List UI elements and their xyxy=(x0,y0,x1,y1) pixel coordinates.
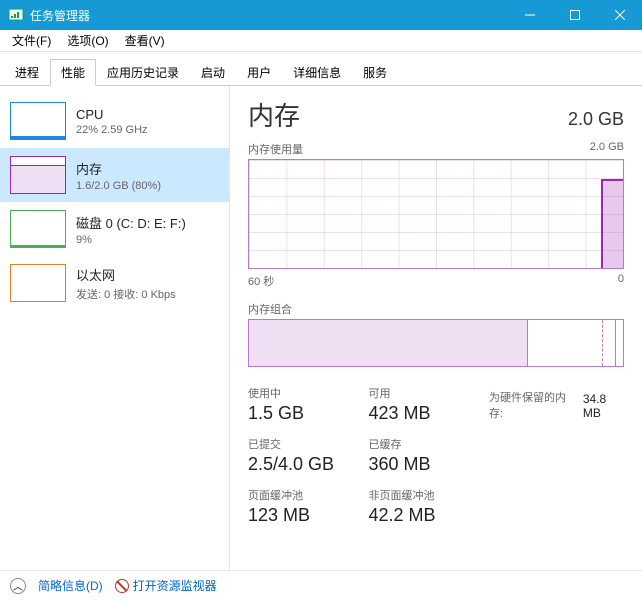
menu-options[interactable]: 选项(O) xyxy=(59,30,116,51)
usage-chart-max: 2.0 GB xyxy=(590,141,624,157)
sidebar-item-sub: 1.6/2.0 GB (80%) xyxy=(76,180,161,192)
tab-processes[interactable]: 进程 xyxy=(4,59,50,86)
footer: ︿ 简略信息(D) 打开资源监视器 xyxy=(0,570,642,600)
stat-committed: 已提交 2.5/4.0 GB xyxy=(248,436,361,475)
menu-file[interactable]: 文件(F) xyxy=(4,30,59,51)
sidebar-item-label: 内存 xyxy=(76,159,161,178)
minimize-button[interactable] xyxy=(507,0,552,30)
memory-thumb-icon xyxy=(10,156,66,194)
sidebar-item-sub: 发送: 0 接收: 0 Kbps xyxy=(76,286,176,302)
stat-paged-pool: 页面缓冲池 123 MB xyxy=(248,487,361,526)
stat-reserved: 为硬件保留的内存: 34.8 MB xyxy=(489,385,624,424)
chevron-up-icon: ︿ xyxy=(10,578,26,594)
composition-label: 内存组合 xyxy=(248,301,292,317)
stat-available: 可用 423 MB xyxy=(369,385,482,424)
main-area: CPU 22% 2.59 GHz 内存 1.6/2.0 GB (80%) 磁盘 … xyxy=(0,86,642,570)
memory-usage-chart xyxy=(248,159,624,269)
stat-in-use: 使用中 1.5 GB xyxy=(248,385,361,424)
tab-details[interactable]: 详细信息 xyxy=(282,59,352,86)
titlebar: 任务管理器 xyxy=(0,0,642,30)
fewer-details-link[interactable]: 简略信息(D) xyxy=(38,577,103,594)
maximize-button[interactable] xyxy=(552,0,597,30)
sidebar-item-label: CPU xyxy=(76,107,148,122)
tab-app-history[interactable]: 应用历史记录 xyxy=(96,59,190,86)
disk-thumb-icon xyxy=(10,210,66,248)
sidebar-item-label: 以太网 xyxy=(76,265,176,284)
sidebar-item-memory[interactable]: 内存 1.6/2.0 GB (80%) xyxy=(0,148,229,202)
sidebar-item-sub: 22% 2.59 GHz xyxy=(76,124,148,136)
tab-services[interactable]: 服务 xyxy=(352,59,398,86)
open-resource-monitor-link[interactable]: 打开资源监视器 xyxy=(115,577,217,594)
ethernet-thumb-icon xyxy=(10,264,66,302)
detail-title: 内存 xyxy=(248,96,300,133)
sidebar-item-label: 磁盘 0 (C: D: E: F:) xyxy=(76,213,186,232)
resource-monitor-icon xyxy=(115,579,129,593)
tab-bar: 进程 性能 应用历史记录 启动 用户 详细信息 服务 xyxy=(0,52,642,86)
close-button[interactable] xyxy=(597,0,642,30)
sidebar-item-ethernet[interactable]: 以太网 发送: 0 接收: 0 Kbps xyxy=(0,256,229,310)
sidebar-item-cpu[interactable]: CPU 22% 2.59 GHz xyxy=(0,94,229,148)
tab-performance[interactable]: 性能 xyxy=(50,59,96,86)
memory-composition-chart xyxy=(248,319,624,367)
sidebar-item-sub: 9% xyxy=(76,234,186,246)
stat-nonpaged-pool: 非页面缓冲池 42.2 MB xyxy=(369,487,482,526)
memory-capacity: 2.0 GB xyxy=(568,109,624,130)
tab-startup[interactable]: 启动 xyxy=(190,59,236,86)
sidebar-item-disk[interactable]: 磁盘 0 (C: D: E: F:) 9% xyxy=(0,202,229,256)
tab-users[interactable]: 用户 xyxy=(236,59,282,86)
stat-cached: 已缓存 360 MB xyxy=(369,436,482,475)
menu-view[interactable]: 查看(V) xyxy=(117,30,173,51)
app-icon xyxy=(8,7,24,23)
window-title: 任务管理器 xyxy=(30,7,507,24)
usage-chart-label: 内存使用量 xyxy=(248,141,303,157)
chart-x-right: 0 xyxy=(618,273,624,289)
performance-sidebar: CPU 22% 2.59 GHz 内存 1.6/2.0 GB (80%) 磁盘 … xyxy=(0,86,230,570)
memory-detail: 内存 2.0 GB 内存使用量 2.0 GB 60 秒 0 内存组合 使用中 1… xyxy=(230,86,642,570)
menubar: 文件(F) 选项(O) 查看(V) xyxy=(0,30,642,52)
chart-x-left: 60 秒 xyxy=(248,273,274,289)
cpu-thumb-icon xyxy=(10,102,66,140)
